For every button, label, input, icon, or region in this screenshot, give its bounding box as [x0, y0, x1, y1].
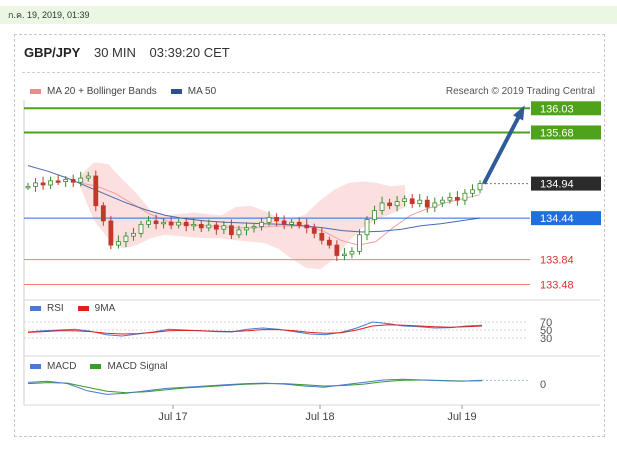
candle-body — [319, 232, 325, 241]
candle-body — [228, 225, 234, 236]
candle-body — [100, 205, 106, 222]
candle-body — [462, 192, 468, 201]
candle-body — [447, 197, 453, 201]
level-label-1: 135.68 — [540, 127, 574, 139]
candle-body — [477, 183, 483, 191]
candle-body — [387, 202, 393, 207]
x-tick-label: Jul 17 — [158, 411, 187, 423]
rsi-ma-line — [27, 324, 483, 335]
candle-body — [341, 253, 347, 256]
candle-body — [470, 189, 475, 194]
candle-body — [379, 202, 385, 211]
x-tick-label: Jul 18 — [305, 411, 334, 423]
candle-body — [334, 244, 340, 256]
candle-body — [70, 179, 76, 183]
candle-body — [55, 180, 61, 183]
candle-body — [161, 221, 167, 225]
level-label-3: 134.44 — [540, 213, 574, 225]
candle-body — [40, 182, 46, 186]
candle-body — [176, 221, 182, 226]
candle-body — [311, 227, 317, 234]
level-label-5: 133.48 — [540, 279, 574, 291]
candle-body — [357, 234, 362, 252]
macd-zero-label: 0 — [540, 379, 546, 391]
macd-signal-line — [27, 379, 483, 394]
candle-body — [108, 220, 114, 246]
candle-body — [289, 221, 295, 225]
level-label-0: 136.03 — [540, 103, 574, 115]
candle-body — [146, 220, 151, 225]
candle-body — [432, 202, 438, 208]
candle-body — [251, 226, 257, 229]
candle-body — [48, 180, 53, 186]
candle-body — [439, 199, 445, 204]
candle-body — [417, 199, 423, 205]
candle-body — [304, 224, 310, 229]
candle-body — [372, 210, 377, 220]
candle-body — [93, 175, 99, 207]
candle-body — [183, 221, 189, 227]
candle-body — [281, 220, 287, 225]
candle-body — [454, 197, 460, 201]
candle-body — [424, 199, 430, 208]
candle-body — [33, 182, 38, 187]
bollinger-band — [80, 162, 405, 270]
candle-body — [221, 225, 227, 230]
chart-canvas: 136.03135.68134.94134.44133.84133.487050… — [23, 100, 601, 423]
candle-body — [409, 198, 415, 205]
candle-body — [326, 239, 332, 246]
candle-body — [236, 229, 242, 236]
candle-body — [213, 224, 219, 230]
candle-body — [274, 217, 280, 222]
candle-body — [131, 232, 136, 237]
candle-body — [123, 235, 129, 243]
candle-body — [364, 219, 370, 236]
candle-body — [138, 223, 144, 234]
candle-body — [191, 223, 197, 227]
candle-body — [198, 223, 204, 229]
candle-body — [402, 198, 408, 202]
candle-body — [116, 241, 121, 246]
candle-body — [349, 250, 355, 255]
candle-body — [25, 185, 31, 189]
rsi-line — [27, 321, 483, 337]
candle-body — [206, 224, 212, 229]
candle-body — [266, 217, 272, 223]
macd-line — [27, 378, 483, 395]
candle-body — [296, 221, 302, 226]
x-tick-label: Jul 19 — [447, 411, 476, 423]
candle-body — [63, 179, 69, 182]
candle-body — [85, 175, 91, 179]
candle-body — [78, 177, 84, 183]
level-label-2: 134.94 — [540, 179, 574, 191]
rsi-level-label: 30 — [540, 333, 552, 345]
candle-body — [394, 201, 400, 207]
projection-arrow — [482, 113, 522, 185]
candle-body — [168, 221, 174, 226]
level-label-4: 133.84 — [540, 255, 574, 267]
candle-body — [259, 221, 264, 227]
candle-body — [244, 227, 249, 231]
candle-body — [153, 220, 159, 225]
